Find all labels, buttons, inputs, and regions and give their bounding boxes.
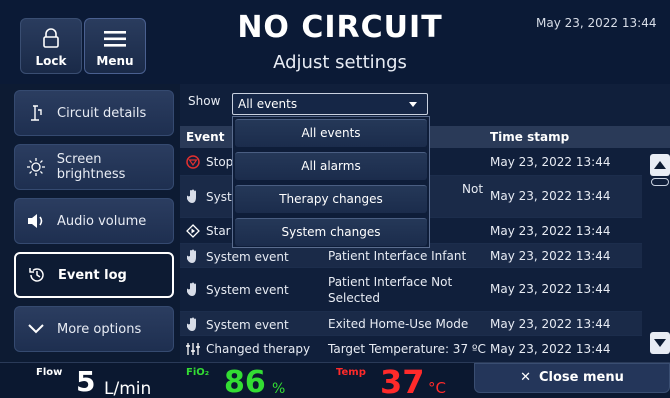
fio2-label: FiO₂: [186, 367, 210, 378]
sidebar-item-event-log[interactable]: Event log: [14, 252, 174, 298]
therapy-change-icon: [186, 342, 200, 356]
close-menu-button[interactable]: ✕ Close menu: [474, 363, 670, 393]
sidebar-item-label: Circuit details: [57, 105, 147, 121]
datetime-display: May 23, 2022 13:44: [536, 16, 657, 30]
dropdown-option-all-alarms[interactable]: All alarms: [235, 152, 427, 180]
flow-value: 5: [76, 365, 96, 398]
hand-icon: [186, 317, 200, 332]
dropdown-option-therapy-changes[interactable]: Therapy changes: [235, 185, 427, 213]
fio2-unit: %: [272, 381, 286, 397]
event-filter-dropdown: All events All alarms Therapy changes Sy…: [232, 116, 430, 248]
sidebar: Circuit details Screen brightness Audio …: [0, 84, 180, 362]
flow-unit: L/min: [104, 379, 152, 398]
show-label: Show: [188, 94, 221, 108]
sidebar-item-label: Audio volume: [57, 213, 147, 229]
temp-readout: Temp 37 °C: [330, 363, 470, 398]
flow-label: Flow: [36, 367, 63, 378]
status-footer: Flow 5 L/min FiO₂ 86 % Temp 37 °C ✕ Close…: [0, 362, 670, 398]
hand-icon: [186, 282, 200, 297]
event-type: Star: [206, 224, 231, 238]
event-time: May 23, 2022 13:44: [490, 317, 611, 331]
event-detail: Target Temperature: 37 ºC: [328, 342, 486, 356]
triangle-up-icon: [654, 161, 666, 169]
scroll-down-button[interactable]: [650, 332, 670, 354]
sidebar-item-screen-brightness[interactable]: Screen brightness: [14, 144, 174, 190]
event-filter-value: All events: [238, 97, 298, 111]
alarm-stop-icon: [186, 155, 200, 169]
fio2-value: 86: [224, 365, 266, 398]
event-type: Changed therapy: [206, 342, 311, 356]
header-bar: Lock Menu NO CIRCUIT Adjust settings May…: [0, 0, 670, 84]
column-header-event: Event: [186, 130, 225, 144]
sidebar-item-label: Event log: [58, 267, 127, 283]
dropdown-option-system-changes[interactable]: System changes: [235, 218, 427, 246]
lock-icon: [43, 28, 59, 48]
circuit-icon: [25, 104, 47, 122]
hamburger-icon: [104, 31, 126, 47]
table-row: Changed therapy Target Temperature: 37 º…: [180, 336, 642, 362]
sidebar-item-audio-volume[interactable]: Audio volume: [14, 198, 174, 244]
hand-icon: [186, 189, 200, 204]
sidebar-item-label: Screen brightness: [56, 152, 126, 182]
page-subtitle: Adjust settings: [273, 52, 407, 73]
flow-readout: Flow 5 L/min: [0, 363, 180, 398]
chevron-down-icon: [25, 324, 47, 334]
start-diamond-icon: [186, 224, 200, 238]
scrollbar-thumb[interactable]: [651, 178, 669, 186]
temp-value: 37: [380, 363, 425, 398]
scroll-up-button[interactable]: [650, 154, 670, 176]
event-type: Stop: [206, 155, 234, 169]
brightness-icon: [25, 158, 47, 176]
close-menu-label: Close menu: [539, 370, 624, 385]
event-time: May 23, 2022 13:44: [490, 342, 611, 356]
triangle-down-icon: [654, 339, 666, 347]
event-detail: Patient Interface Not Selected: [328, 275, 453, 305]
sidebar-item-circuit-details[interactable]: Circuit details: [14, 90, 174, 136]
lock-label: Lock: [35, 54, 67, 68]
event-time: May 23, 2022 13:44: [490, 249, 611, 263]
table-row: System event Exited Home-Use Mode May 23…: [180, 312, 642, 336]
column-header-time-stamp: Time stamp: [490, 130, 570, 144]
menu-button[interactable]: Menu: [84, 18, 146, 74]
event-detail: Patient Interface Infant: [328, 249, 467, 263]
page-title: NO CIRCUIT: [237, 10, 443, 45]
event-type: System event: [206, 282, 289, 297]
temp-unit: °C: [428, 379, 446, 397]
event-time: May 23, 2022 13:44: [490, 224, 611, 238]
event-type: Syst: [206, 189, 232, 204]
sidebar-item-more-options[interactable]: More options: [14, 306, 174, 352]
lock-button[interactable]: Lock: [20, 18, 82, 74]
event-detail: Exited Home-Use Mode: [328, 317, 469, 331]
close-icon: ✕: [520, 370, 531, 385]
event-time: May 23, 2022 13:44: [490, 189, 611, 203]
history-icon: [26, 266, 48, 284]
temp-label: Temp: [336, 367, 366, 378]
event-type: System event: [206, 249, 289, 264]
event-filter-select[interactable]: All events: [232, 93, 428, 115]
event-detail: Not: [462, 182, 484, 196]
fio2-readout: FiO₂ 86 %: [180, 363, 330, 398]
hand-icon: [186, 249, 200, 264]
menu-label: Menu: [96, 54, 134, 68]
speaker-icon: [25, 213, 47, 229]
event-time: May 23, 2022 13:44: [490, 282, 611, 296]
table-row: System event Patient Interface Not Selec…: [180, 268, 642, 312]
event-time: May 23, 2022 13:44: [490, 155, 611, 169]
dropdown-caret-icon: [409, 102, 417, 107]
event-type: System event: [206, 317, 289, 332]
sidebar-item-label: More options: [57, 321, 142, 337]
dropdown-option-all-events[interactable]: All events: [235, 119, 427, 147]
